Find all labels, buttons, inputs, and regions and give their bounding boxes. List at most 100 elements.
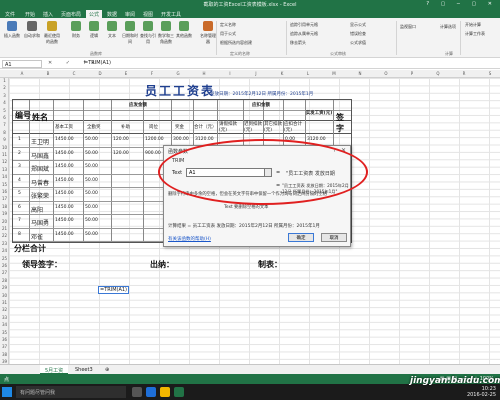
cell-full[interactable]: 50.00 [85, 218, 98, 223]
ribbon-small-button[interactable]: 定义名称 [220, 22, 236, 28]
column-header[interactable]: B [35, 71, 61, 76]
row-header[interactable]: 13 [0, 167, 9, 172]
cell-post[interactable]: 900.00 [145, 151, 161, 156]
ribbon-button[interactable]: 自动求和 [24, 21, 40, 39]
window-controls[interactable]: ? ▢ ─ ▢ ✕ [426, 1, 497, 7]
column-header[interactable]: I [217, 71, 243, 76]
cell-full[interactable]: 50.00 [85, 151, 98, 156]
help-link[interactable]: 有关该函数的帮助(H) [168, 236, 211, 242]
cell-full[interactable]: 50.00 [85, 191, 98, 196]
row-header[interactable]: 31 [0, 300, 9, 305]
cell-base[interactable]: 1450.00 [55, 232, 74, 237]
row-header[interactable]: 32 [0, 307, 9, 312]
row-header[interactable]: 33 [0, 315, 9, 320]
column-header[interactable]: E [113, 71, 139, 76]
ribbon-tab[interactable]: 数据 [104, 10, 120, 18]
task-view-icon[interactable] [132, 387, 142, 397]
cell-base[interactable]: 1450.00 [55, 178, 74, 183]
row-header[interactable]: 28 [0, 278, 9, 283]
ribbon-small-button[interactable]: 开始计算 [465, 22, 481, 28]
cell-no[interactable]: 3 [18, 164, 21, 169]
cell-full[interactable]: 50.00 [85, 205, 98, 210]
row-header[interactable]: 14 [0, 174, 9, 179]
row-header[interactable]: 29 [0, 285, 9, 290]
cell-name[interactable]: 王卫明 [31, 137, 49, 146]
column-header[interactable]: C [61, 71, 87, 76]
cell-name[interactable]: 邓雀 [31, 232, 43, 241]
row-header[interactable]: 10 [0, 145, 9, 150]
ribbon-small-button[interactable]: 用于公式 [220, 31, 236, 37]
row-header[interactable]: 38 [0, 352, 9, 357]
cell-full[interactable]: 50.00 [85, 137, 98, 142]
cell-base[interactable]: 1450.00 [55, 164, 74, 169]
cell-base[interactable]: 1450.00 [55, 137, 74, 142]
ribbon-tab[interactable]: 开始 [22, 10, 38, 18]
row-header[interactable]: 8 [0, 130, 9, 135]
row-header[interactable]: 22 [0, 233, 9, 238]
column-header[interactable]: L [295, 71, 321, 76]
row-header[interactable]: 3 [0, 93, 9, 98]
windows-start-icon[interactable] [2, 387, 12, 397]
ribbon-small-button[interactable]: 计算工作表 [465, 31, 485, 37]
formula-input[interactable]: =TRIM(A1) [84, 60, 111, 66]
row-header[interactable]: 11 [0, 152, 9, 157]
ribbon-tab[interactable]: 文件 [2, 10, 18, 18]
column-header[interactable]: Q [425, 71, 451, 76]
row-header[interactable]: 30 [0, 293, 9, 298]
column-header[interactable]: S [477, 71, 500, 76]
folder-icon[interactable] [160, 387, 170, 397]
column-header[interactable]: K [269, 71, 295, 76]
row-header[interactable]: 26 [0, 263, 9, 268]
cell-no[interactable]: 5 [18, 191, 21, 196]
row-header[interactable]: 20 [0, 219, 9, 224]
row-header[interactable]: 15 [0, 182, 9, 187]
ribbon-small-button[interactable]: 显示公式 [350, 22, 366, 28]
ribbon-tab[interactable]: 页面布局 [58, 10, 84, 18]
ribbon-tab[interactable]: 视图 [140, 10, 156, 18]
ribbon-small-button[interactable]: 根据所选内容创建 [220, 40, 252, 46]
row-header[interactable]: 25 [0, 256, 9, 261]
column-header[interactable]: G [165, 71, 191, 76]
ribbon-small-button[interactable]: 错误检查 [350, 31, 366, 37]
cell-base[interactable]: 1450.00 [55, 151, 74, 156]
row-header[interactable]: 7 [0, 122, 9, 127]
cell-bonus[interactable]: 300.00 [173, 137, 189, 142]
cell-sub[interactable]: 120.00 [113, 137, 129, 142]
ribbon-button[interactable]: 文本 [104, 21, 120, 39]
row-header[interactable]: 36 [0, 337, 9, 342]
row-header[interactable]: 12 [0, 159, 9, 164]
cell-name[interactable]: 郑国斌 [31, 164, 49, 173]
cell-name[interactable]: 马曾春 [31, 178, 49, 187]
ribbon-small-button[interactable]: 追踪从属单元格 [290, 31, 318, 37]
column-header[interactable]: J [243, 71, 269, 76]
excel-icon[interactable] [174, 387, 184, 397]
row-header[interactable]: 21 [0, 226, 9, 231]
ribbon-small-button[interactable]: 公式求值 [350, 40, 366, 46]
ribbon-tab[interactable]: 插入 [40, 10, 56, 18]
ribbon-button[interactable]: 其他函数 [176, 21, 192, 39]
ribbon-button[interactable]: 名称管理器 [200, 21, 216, 45]
cell-sub[interactable]: 120.00 [113, 151, 129, 156]
row-header[interactable]: 17 [0, 196, 9, 201]
row-header[interactable]: 24 [0, 248, 9, 253]
ribbon-button[interactable]: 查找与引用 [140, 21, 156, 45]
cell-full[interactable]: 50.00 [85, 164, 98, 169]
row-header[interactable]: 9 [0, 137, 9, 142]
ribbon-button[interactable]: 财务 [68, 21, 84, 39]
cell-base[interactable]: 1450.00 [55, 218, 74, 223]
cell-full[interactable]: 50.00 [85, 232, 98, 237]
column-header[interactable]: D [87, 71, 113, 76]
cell-name[interactable]: 马国鑫 [31, 151, 49, 160]
active-formula-cell[interactable]: =TRIM(A1) [98, 286, 130, 294]
ribbon-button[interactable]: 日期和时间 [122, 21, 138, 45]
ribbon-tab[interactable]: 开发工具 [158, 10, 184, 18]
row-header[interactable]: 18 [0, 204, 9, 209]
column-header[interactable]: R [451, 71, 477, 76]
ribbon-tab[interactable]: 审阅 [122, 10, 138, 18]
cell-actual[interactable]: 3120.00 [307, 137, 326, 142]
cell-no[interactable]: 7 [18, 218, 21, 223]
column-header[interactable]: P [399, 71, 425, 76]
cell-total[interactable]: 3120.00 [195, 137, 214, 142]
edge-icon[interactable] [146, 387, 156, 397]
column-header[interactable]: A [9, 71, 35, 76]
